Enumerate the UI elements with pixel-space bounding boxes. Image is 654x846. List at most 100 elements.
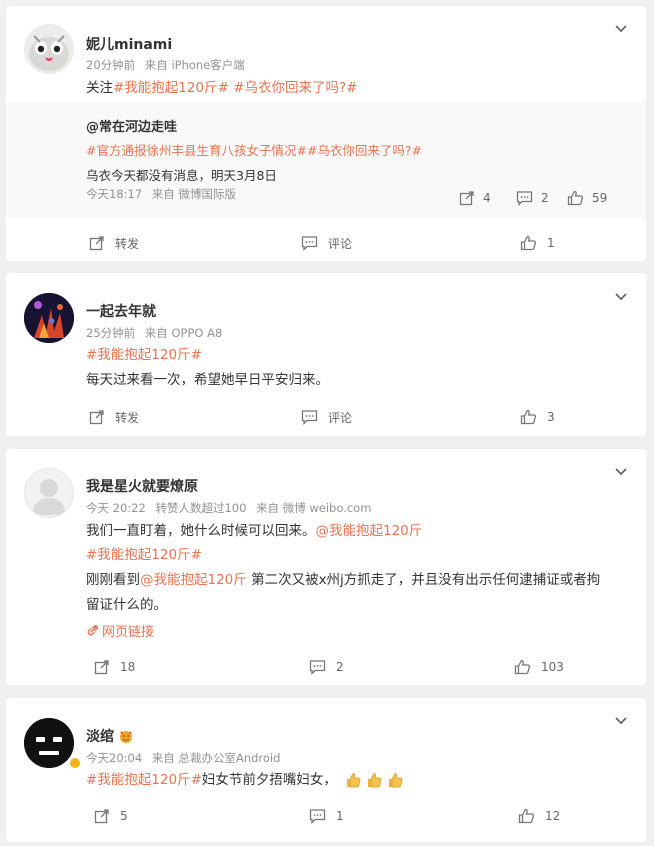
like-count: 12	[545, 809, 561, 823]
comment-icon	[309, 809, 326, 824]
chevron-down-icon[interactable]	[614, 24, 628, 34]
mention-link[interactable]: @我能抱起120斤	[140, 572, 247, 588]
repost-count: 18	[120, 660, 136, 674]
repost-icon	[94, 660, 109, 675]
comment-button[interactable]: 2	[309, 658, 344, 676]
repost-icon	[459, 191, 474, 206]
reposted-content[interactable]: @常在河边走哇 #官方通报徐州丰县生育八孩女子情况##乌衣你回来了吗?# 乌衣今…	[6, 102, 646, 218]
avatar[interactable]	[24, 718, 74, 768]
post-text: 刚刚看到	[86, 572, 140, 588]
username[interactable]: 淡绾	[86, 728, 114, 746]
post-card: 妮儿minami 20分钟前 来自 iPhone客户端 关注#我能抱起120斤#…	[6, 6, 646, 261]
avatar[interactable]	[24, 293, 74, 343]
repost-repost-button[interactable]: 4	[459, 190, 491, 206]
thumbs-up-emoji-icon	[347, 773, 361, 788]
like-icon	[567, 190, 584, 206]
web-link-label: 网页链接	[102, 625, 155, 640]
repost-time[interactable]: 今天18:17	[86, 187, 142, 201]
like-count: 59	[592, 191, 608, 205]
post-text-line: #我能抱起120斤#妇女节前夕捂嘴妇女，	[86, 770, 404, 790]
post-meta: 20分钟前 来自 iPhone客户端	[86, 57, 251, 73]
repost-comment-button[interactable]: 2	[516, 190, 549, 206]
repost-button[interactable]: 5	[94, 807, 128, 825]
repost-button[interactable]: 18	[94, 658, 135, 676]
post-text: 关注#我能抱起120斤# #乌衣你回来了吗?#	[86, 78, 357, 98]
like-count: 1	[547, 236, 555, 250]
like-icon	[520, 409, 537, 425]
chevron-down-icon[interactable]	[614, 467, 628, 477]
verified-badge-icon	[68, 756, 82, 770]
repost-icon	[94, 809, 109, 824]
post-hashtag-line: #我能抱起120斤#	[86, 345, 202, 365]
username[interactable]: 妮儿minami	[86, 36, 172, 54]
username[interactable]: 一起去年就	[86, 303, 156, 321]
repost-button[interactable]: 转发	[89, 234, 139, 252]
hashtag-link[interactable]: #我能抱起120斤#	[86, 347, 202, 363]
repost-label: 转发	[115, 236, 140, 251]
post-meta: 25分钟前 来自 OPPO A8	[86, 325, 228, 341]
comment-label: 评论	[328, 236, 353, 251]
thumbs-up-emoji-icon	[368, 773, 382, 788]
like-icon	[520, 235, 537, 251]
comment-button[interactable]: 评论	[301, 408, 352, 426]
username[interactable]: 我是星火就要燎原	[86, 478, 198, 496]
post-text: 每天过来看一次，希望她早日平安归来。	[86, 372, 329, 388]
like-button[interactable]: 12	[518, 807, 560, 825]
web-link[interactable]: 网页链接	[86, 621, 154, 640]
repost-icon	[89, 410, 104, 425]
post-text: 我们一直盯着，她什么时候可以回来。	[86, 523, 316, 539]
repost-count: 5	[120, 809, 128, 823]
mention-link[interactable]: @我能抱起120斤	[316, 523, 423, 539]
comment-count: 2	[336, 660, 344, 674]
repost-hashtags[interactable]: #官方通报徐州丰县生育八孩女子情况##乌衣你回来了吗?#	[86, 140, 422, 159]
repost-button[interactable]: 转发	[89, 408, 139, 426]
like-button[interactable]: 1	[520, 234, 555, 252]
hashtag-link[interactable]: #我能抱起120斤#	[86, 547, 202, 563]
post-text-prefix: 关注	[86, 80, 113, 96]
member-badge-icon	[120, 731, 132, 743]
chevron-down-icon[interactable]	[614, 292, 628, 302]
repost-meta: 今天18:17 来自 微博国际版	[86, 186, 242, 202]
post-card: 一起去年就 25分钟前 来自 OPPO A8 #我能抱起120斤# 每天过来看一…	[6, 273, 646, 436]
comment-icon	[301, 410, 318, 425]
post-like-meta: 转赞人数超过100	[155, 501, 247, 515]
emoji-group	[341, 771, 404, 789]
post-card: 我是星火就要燎原 今天 20:22 转赞人数超过100 来自 微博 weibo.…	[6, 449, 646, 685]
comment-count: 1	[336, 809, 344, 823]
hashtag-link[interactable]: #乌衣你回来了吗?#	[233, 80, 357, 96]
post-card: 淡绾 今天20:04 来自 总裁办公室Android #我能抱起120斤#妇女节…	[6, 698, 646, 842]
comment-icon	[309, 660, 326, 675]
hashtag-link[interactable]: #我能抱起120斤#	[113, 80, 229, 96]
post-time[interactable]: 今天 20:22	[86, 501, 146, 515]
comment-icon	[516, 191, 533, 206]
post-time[interactable]: 20分钟前	[86, 58, 135, 72]
post-source: 来自 总裁办公室Android	[151, 751, 281, 765]
chevron-down-icon[interactable]	[614, 716, 628, 726]
comment-button[interactable]: 评论	[301, 234, 352, 252]
like-icon	[514, 659, 531, 675]
post-source: 来自 微博 weibo.com	[256, 501, 372, 515]
avatar[interactable]	[24, 468, 74, 518]
repost-count: 4	[483, 191, 491, 205]
comment-label: 评论	[328, 410, 353, 425]
post-time[interactable]: 25分钟前	[86, 326, 135, 340]
thumbs-up-emoji-icon	[389, 773, 403, 788]
post-text-line: 我们一直盯着，她什么时候可以回来。@我能抱起120斤	[86, 521, 422, 541]
post-meta: 今天 20:22 转赞人数超过100 来自 微博 weibo.com	[86, 500, 377, 516]
avatar[interactable]	[24, 24, 74, 74]
post-text: 妇女节前夕捂嘴妇女，	[201, 772, 337, 788]
hashtag-link[interactable]: #我能抱起120斤#	[86, 772, 202, 788]
post-time[interactable]: 今天20:04	[86, 751, 142, 765]
link-icon	[87, 624, 98, 635]
comment-count: 2	[541, 191, 549, 205]
repost-author[interactable]: @常在河边走哇	[86, 116, 177, 135]
like-button[interactable]: 3	[520, 408, 555, 426]
like-count: 3	[547, 410, 555, 424]
comment-button[interactable]: 1	[309, 807, 344, 825]
repost-source: 来自 微博国际版	[151, 187, 236, 201]
comment-icon	[301, 236, 318, 251]
post-text: 第二次又被x州j方抓走了，并且没有出示任何逮捕证或者拘	[246, 572, 601, 588]
repost-like-button[interactable]: 59	[567, 190, 607, 206]
repost-text: 乌衣今天都没有消息，明天3月8日	[86, 168, 277, 183]
like-button[interactable]: 103	[514, 658, 564, 676]
